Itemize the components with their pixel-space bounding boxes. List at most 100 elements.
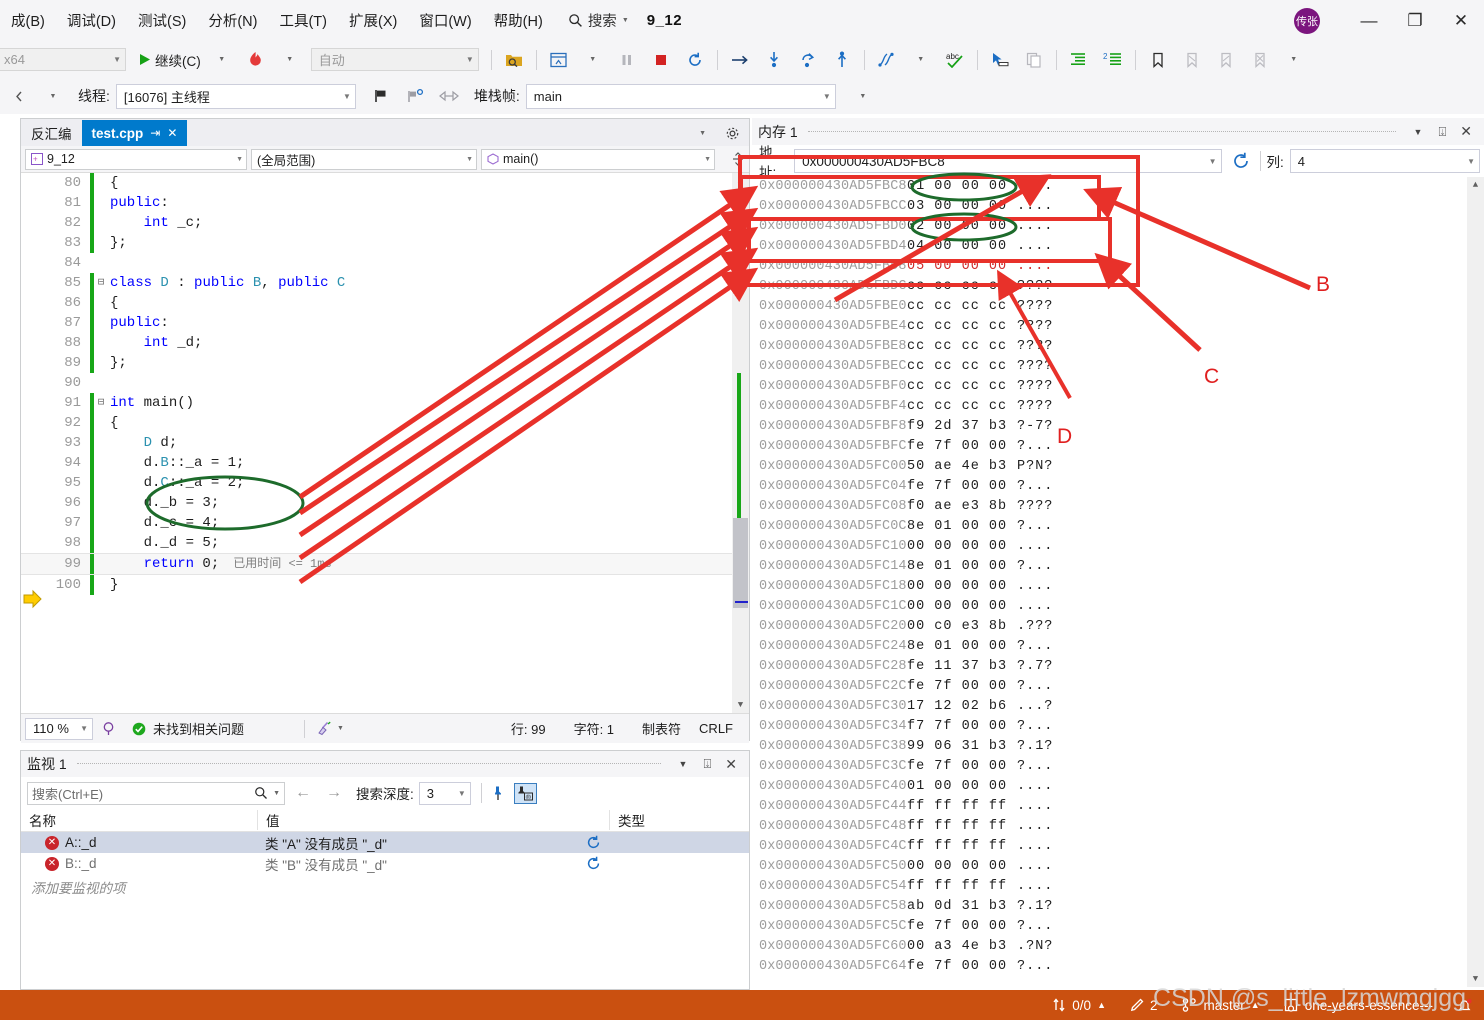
reload-icon[interactable] — [1228, 152, 1254, 170]
flag-icon-button[interactable] — [364, 83, 398, 109]
breakpoint-gutter[interactable] — [21, 313, 37, 333]
memory-row[interactable]: 0x000000430AD5FBD8 05 00 00 00.... — [752, 257, 1484, 277]
intellisense-icon[interactable] — [93, 721, 124, 736]
memory-row[interactable]: 0x000000430AD5FBEC cc cc cc cc???? — [752, 357, 1484, 377]
memory-row[interactable]: 0x000000430AD5FC34 f7 7f 00 00?... — [752, 717, 1484, 737]
memory-row[interactable]: 0x000000430AD5FC64 fe 7f 00 00?... — [752, 957, 1484, 977]
memory-row[interactable]: 0x000000430AD5FC10 00 00 00 00.... — [752, 537, 1484, 557]
window-layout-dropdown[interactable]: ▼ — [576, 47, 610, 73]
editor-scrollbar[interactable]: ▲ ▼ — [732, 173, 749, 713]
breakpoint-gutter[interactable] — [21, 353, 37, 373]
menu-item-1[interactable]: 调试(D) — [56, 6, 127, 35]
watch-row[interactable]: ✕ B::_d 类 "B" 没有成员 "_d" — [21, 853, 749, 874]
search-options-icon[interactable]: ▼ — [268, 790, 280, 797]
tab-disassembly[interactable]: 反汇编 — [21, 120, 82, 146]
memory-row[interactable]: 0x000000430AD5FBE8 cc cc cc cc???? — [752, 337, 1484, 357]
close-icon[interactable]: ✕ — [719, 756, 743, 773]
scroll-up-icon[interactable]: ▲ — [735, 176, 746, 186]
zoom-combo[interactable]: 110 % ▼ — [25, 717, 93, 740]
spellcheck-icon-button[interactable]: abc — [938, 47, 972, 73]
split-view-icon[interactable] — [732, 151, 747, 167]
menu-item-4[interactable]: 工具(T) — [268, 6, 338, 35]
code-line[interactable]: 98 d._d = 5; — [21, 533, 749, 553]
code-line[interactable]: 85 ⊟ class D : public B, public C — [21, 273, 749, 293]
memory-row[interactable]: 0x000000430AD5FBF8 f9 2d 37 b3 ?-7? — [752, 417, 1484, 437]
stackframe-overflow[interactable]: ▼ — [846, 83, 880, 109]
hot-reload-button[interactable] — [239, 47, 273, 73]
window-layout-icon-button[interactable] — [542, 47, 576, 73]
watch-search-input[interactable]: 搜索(Ctrl+E) ▼ — [27, 781, 285, 805]
watch-col-name[interactable]: 名称 — [21, 810, 257, 830]
cleanup-button[interactable]: ▼ — [317, 721, 344, 736]
hex-display-toggle[interactable]: db — [513, 782, 537, 804]
memory-row[interactable]: 0x000000430AD5FBDC cc cc cc cc???? — [752, 277, 1484, 297]
memory-row[interactable]: 0x000000430AD5FC40 01 00 00 00.... — [752, 777, 1484, 797]
memory-scrollbar[interactable]: ▲ ▼ — [1467, 177, 1484, 987]
code-line[interactable]: 92 { — [21, 413, 749, 433]
process-dropdown[interactable]: ▼ — [36, 83, 70, 109]
refresh-icon[interactable] — [586, 835, 609, 850]
menu-item-3[interactable]: 分析(N) — [197, 6, 268, 35]
memory-row[interactable]: 0x000000430AD5FBFC fe 7f 00 00?... — [752, 437, 1484, 457]
platform-combo[interactable]: x64 ▼ — [0, 48, 126, 71]
breakpoint-gutter[interactable] — [21, 493, 37, 513]
breakpoint-gutter[interactable] — [21, 473, 37, 493]
bookmark-next-icon-button[interactable] — [1209, 47, 1243, 73]
nav-forward-icon[interactable]: → — [321, 784, 347, 802]
minimize-button[interactable]: — — [1346, 0, 1392, 41]
close-button[interactable]: ✕ — [1438, 0, 1484, 41]
breakpoint-gutter[interactable] — [21, 413, 37, 433]
breadcrumb-member[interactable]: main() ▼ — [481, 148, 715, 170]
menu-item-6[interactable]: 窗口(W) — [408, 6, 482, 35]
pin-icon[interactable]: ⍗ — [695, 756, 719, 772]
memory-row[interactable]: 0x000000430AD5FC5C fe 7f 00 00?... — [752, 917, 1484, 937]
code-line[interactable]: 99 return 0; 已用时间 <= 1ms — [21, 553, 749, 575]
continue-dropdown[interactable]: ▼ — [205, 47, 239, 73]
watch-add-hint[interactable]: 添加要监视的项 — [21, 874, 749, 897]
pin-icon[interactable]: ⍗ — [1430, 124, 1454, 140]
indent-icon-button[interactable] — [1062, 47, 1096, 73]
code-line[interactable]: 97 d._c = 4; — [21, 513, 749, 533]
editor-scroll-thumb[interactable] — [733, 518, 748, 608]
breakpoint-gutter[interactable] — [21, 393, 37, 413]
memory-row[interactable]: 0x000000430AD5FC3C fe 7f 00 00?... — [752, 757, 1484, 777]
menu-item-0[interactable]: 成(B) — [0, 6, 56, 35]
pin-column-icon[interactable] — [492, 785, 509, 802]
breakpoint-gutter[interactable] — [21, 513, 37, 533]
code-line[interactable]: 80 { — [21, 173, 749, 193]
breakpoint-gutter[interactable] — [21, 373, 37, 393]
pause-icon-button[interactable] — [610, 47, 644, 73]
watch-col-type[interactable]: 类型 — [609, 810, 749, 830]
code-line[interactable]: 81 public: — [21, 193, 749, 213]
search-icon[interactable] — [254, 786, 268, 800]
memory-row[interactable]: 0x000000430AD5FC04 fe 7f 00 00?... — [752, 477, 1484, 497]
memory-row[interactable]: 0x000000430AD5FC24 8e 01 00 00?... — [752, 637, 1484, 657]
auto-combo[interactable]: 自动 ▼ — [310, 48, 479, 71]
code-line[interactable]: 96 d._b = 3; — [21, 493, 749, 513]
pin-icon[interactable]: ⇥ — [150, 126, 160, 140]
stackframe-combo[interactable]: main ▼ — [525, 83, 836, 109]
code-line[interactable]: 86 { — [21, 293, 749, 313]
depth-combo[interactable]: 3 ▼ — [418, 781, 471, 805]
code-line[interactable]: 90 — [21, 373, 749, 393]
memory-row[interactable]: 0x000000430AD5FC50 00 00 00 00.... — [752, 857, 1484, 877]
memory-row[interactable]: 0x000000430AD5FC00 50 ae 4e b3 P?N? — [752, 457, 1484, 477]
breakpoint-gutter[interactable] — [21, 173, 37, 193]
editor-tab-overflow[interactable]: ▼ — [689, 120, 716, 146]
folder-search-icon-button[interactable] — [497, 47, 531, 73]
threads-icon-button[interactable] — [870, 47, 904, 73]
close-icon[interactable]: ✕ — [167, 126, 177, 140]
breadcrumb-scope[interactable]: (全局范围) ▼ — [251, 148, 477, 170]
memory-row[interactable]: 0x000000430AD5FC48 ff ff ff ff.... — [752, 817, 1484, 837]
editor-settings-icon[interactable] — [716, 120, 749, 146]
memory-row[interactable]: 0x000000430AD5FBE4 cc cc cc cc???? — [752, 317, 1484, 337]
global-search[interactable]: 搜索 ▼ — [568, 10, 629, 31]
step-over-icon-button[interactable] — [723, 47, 757, 73]
restart-icon-button[interactable] — [678, 47, 712, 73]
memory-row[interactable]: 0x000000430AD5FBD0 02 00 00 00.... — [752, 217, 1484, 237]
watch-col-value[interactable]: 值 — [257, 810, 609, 830]
scroll-down-icon[interactable]: ▼ — [1470, 974, 1481, 984]
menu-item-7[interactable]: 帮助(H) — [483, 6, 554, 35]
memory-row[interactable]: 0x000000430AD5FC1C 00 00 00 00.... — [752, 597, 1484, 617]
memory-row[interactable]: 0x000000430AD5FC38 99 06 31 b3 ?.1? — [752, 737, 1484, 757]
